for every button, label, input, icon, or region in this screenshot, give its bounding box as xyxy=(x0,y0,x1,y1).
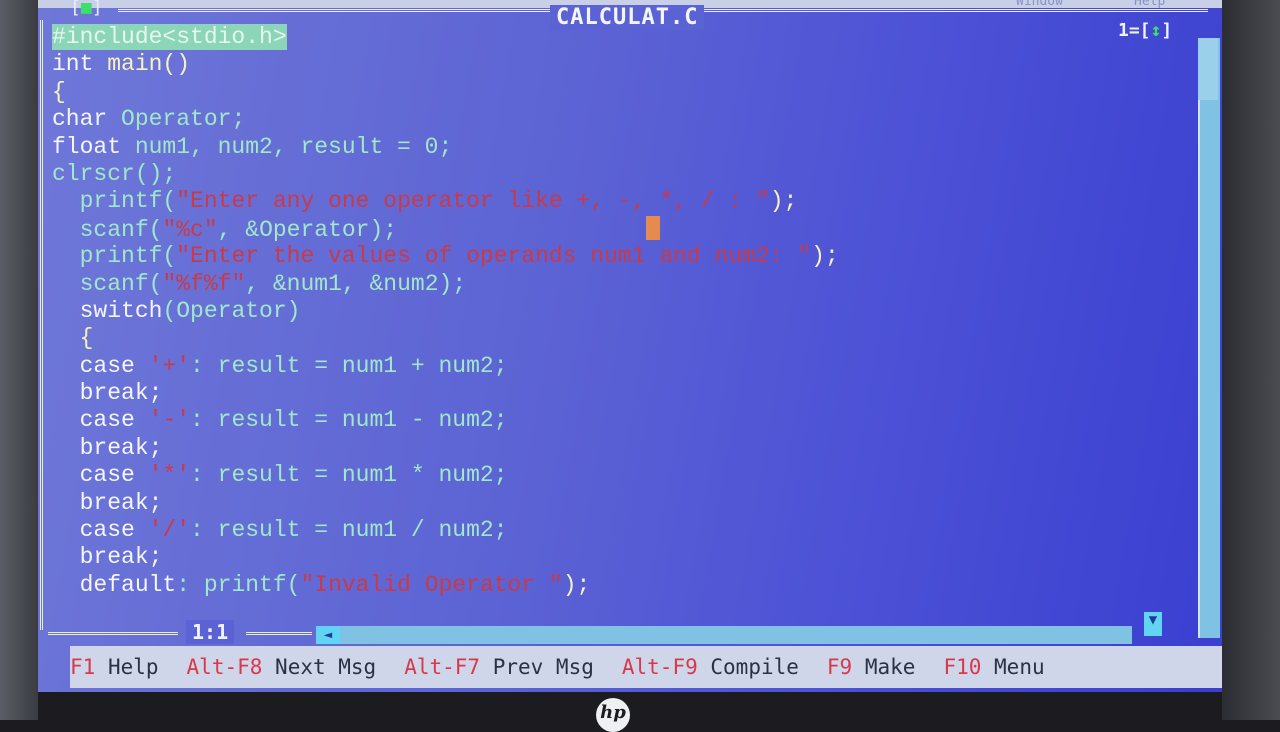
code-line: break; xyxy=(79,489,163,516)
fkey-menu[interactable]: F10 Menu xyxy=(943,655,1044,679)
code-line: default: printf("Invalid Operator "); xyxy=(79,571,591,598)
fkey-next-msg[interactable]: Alt-F8 Next Msg xyxy=(187,655,377,679)
code-line: break; xyxy=(79,380,163,407)
code-editor[interactable]: #include<stdio.h> int main(){char Operato… xyxy=(52,24,839,599)
fkey-help[interactable]: F1 Help xyxy=(70,655,159,679)
code-line: case '-': result = num1 - num2; xyxy=(79,407,508,434)
horizontal-scrollbar[interactable] xyxy=(316,626,1132,644)
up-down-arrow-icon[interactable]: ↕ xyxy=(1151,20,1162,41)
code-line: scanf("%f%f", &num1, &num2); xyxy=(79,270,467,297)
code-line: scanf("%c", &Operator); xyxy=(52,215,839,243)
hp-logo: hp xyxy=(596,698,630,732)
fkey-prev-msg[interactable]: Alt-F7 Prev Msg xyxy=(404,655,594,679)
function-key-bar: F1 Help Alt-F8 Next Msg Alt-F7 Prev Msg … xyxy=(70,646,1222,688)
code-line: case '*': result = num1 * num2; xyxy=(79,462,508,489)
include-directive: #include<stdio.h> xyxy=(52,24,287,50)
code-line: clrscr(); xyxy=(52,160,177,187)
window-number: 1 xyxy=(1118,20,1129,41)
code-line: switch(Operator) xyxy=(79,297,301,324)
screen-bezel-right xyxy=(1222,0,1280,720)
code-line: #include<stdio.h> xyxy=(52,24,839,51)
code-line: char Operator; xyxy=(52,106,246,133)
code-line: float num1, num2, result = 0; xyxy=(52,133,453,160)
turbo-c-ide: Window Help [■] CALCULAT.C 1=[↕] ▼ #incl… xyxy=(38,0,1222,692)
code-line: { xyxy=(52,78,66,105)
menu-window[interactable]: Window xyxy=(1016,0,1063,8)
code-line: printf("Enter any one operator like +, -… xyxy=(79,188,798,215)
screen-bezel-left xyxy=(0,0,38,720)
fkey-make[interactable]: F9 Make xyxy=(827,655,916,679)
status-row: 1:1 ◄ xyxy=(38,620,1222,646)
code-line: case '+': result = num1 + num2; xyxy=(79,352,508,379)
code-line: printf("Enter the values of operands num… xyxy=(79,243,839,270)
window-number-indicator[interactable]: 1=[↕] xyxy=(1118,20,1172,41)
code-line: break; xyxy=(79,434,163,461)
menu-help[interactable]: Help xyxy=(1134,0,1165,8)
code-line: case '/': result = num1 / num2; xyxy=(79,517,508,544)
cursor-position: 1:1 xyxy=(186,620,235,644)
scroll-up-area[interactable] xyxy=(1198,38,1218,100)
scroll-left-arrow-icon[interactable]: ◄ xyxy=(316,626,340,644)
close-box-icon[interactable]: [■] xyxy=(70,0,103,18)
code-line: int main() xyxy=(52,51,191,78)
code-line: break; xyxy=(79,544,163,571)
window-frame-left xyxy=(40,20,49,630)
fkey-compile[interactable]: Alt-F9 Compile xyxy=(622,655,799,679)
vertical-scrollbar[interactable] xyxy=(1198,38,1220,638)
code-line: { xyxy=(79,325,94,352)
text-cursor xyxy=(645,215,660,240)
